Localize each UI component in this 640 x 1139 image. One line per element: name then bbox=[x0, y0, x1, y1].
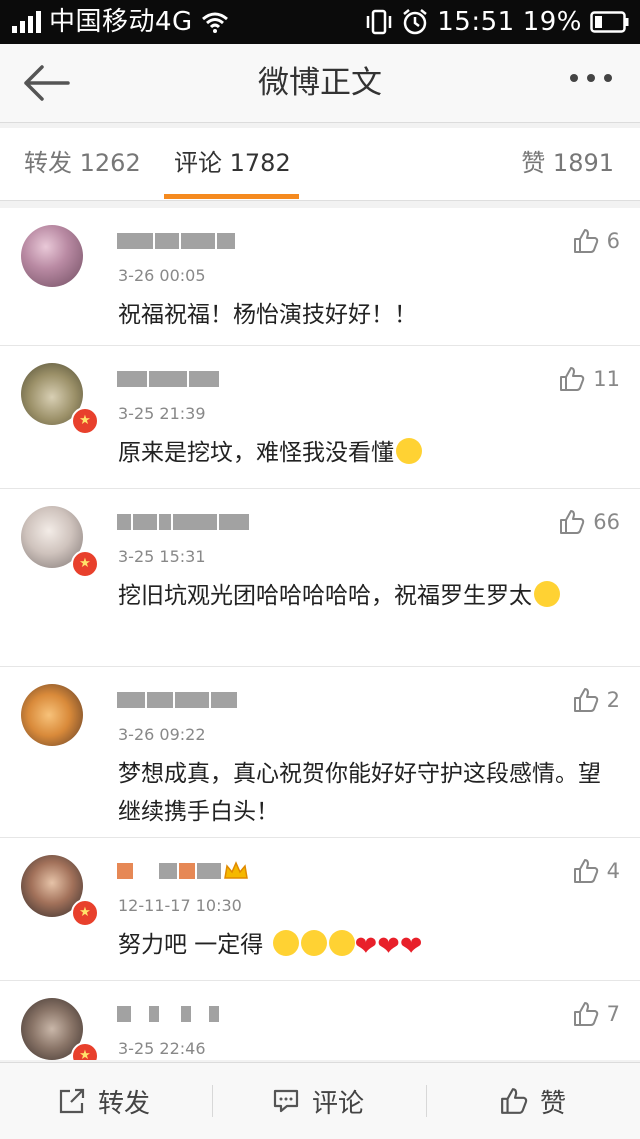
comment-item: ★ 3-25 21:39 原来是挖坟，难怪我没看懂 11 bbox=[0, 346, 640, 489]
username-blurred[interactable] bbox=[117, 511, 249, 533]
thumbs-up-icon bbox=[573, 229, 598, 253]
nav-bar: 微博正文 bbox=[0, 44, 640, 123]
thumbs-up-icon bbox=[501, 1088, 528, 1114]
grin-emoji-icon bbox=[300, 930, 327, 956]
comment-text: 梦想成真，真心祝贺你能好好守护这段感情。望继续携手白头！ bbox=[118, 761, 601, 825]
verified-badge-icon: ★ bbox=[71, 1042, 99, 1060]
tab-repost-label: 转发 bbox=[24, 149, 72, 177]
battery-icon bbox=[590, 11, 629, 33]
comment-item: ★ 3-25 22:46 7 bbox=[0, 981, 640, 1060]
like-count: 7 bbox=[606, 1002, 620, 1026]
like-button[interactable]: 7 bbox=[573, 1001, 620, 1027]
like-button[interactable]: 11 bbox=[559, 366, 620, 392]
avatar[interactable]: ★ bbox=[21, 855, 99, 927]
like-button[interactable]: 6 bbox=[573, 228, 620, 254]
thumbs-up-icon bbox=[573, 859, 598, 883]
divider bbox=[426, 1085, 427, 1117]
comment-list: 3-26 00:05 祝福祝福！杨怡演技好好！！ 6 ★ 3-25 21:39 … bbox=[0, 208, 640, 1060]
vibrate-icon bbox=[367, 9, 392, 35]
more-icon[interactable] bbox=[570, 74, 612, 82]
verified-badge-icon: ★ bbox=[71, 550, 99, 578]
comment-time: 3-26 09:22 bbox=[118, 725, 206, 744]
tab-repost[interactable]: 转发 1262 bbox=[24, 128, 141, 200]
like-action-button[interactable]: 赞 bbox=[500, 1063, 566, 1139]
username-blurred[interactable] bbox=[117, 860, 249, 882]
thumbs-up-icon bbox=[573, 688, 598, 712]
repost-button[interactable]: 转发 bbox=[58, 1063, 150, 1139]
username-blurred[interactable] bbox=[117, 1003, 219, 1025]
thumbs-up-icon bbox=[560, 367, 585, 391]
tab-like-label: 赞 bbox=[521, 149, 546, 177]
comment-time: 3-26 00:05 bbox=[118, 266, 206, 285]
tab-like-count: 1891 bbox=[552, 149, 614, 177]
divider bbox=[212, 1085, 213, 1117]
clock-label: 15:51 bbox=[437, 7, 515, 37]
signal-icon bbox=[12, 11, 41, 33]
comment-icon bbox=[273, 1089, 299, 1113]
username-blurred[interactable] bbox=[117, 230, 235, 252]
heart-icon: ❤ bbox=[399, 931, 423, 962]
avatar[interactable]: ★ bbox=[21, 363, 99, 435]
like-button[interactable]: 2 bbox=[573, 687, 620, 713]
comment-time: 3-25 15:31 bbox=[118, 547, 206, 566]
comment-label: 评论 bbox=[312, 1088, 365, 1119]
tab-comment-count: 1782 bbox=[229, 149, 291, 177]
grin-emoji-icon bbox=[272, 930, 299, 956]
like-count: 2 bbox=[606, 688, 620, 712]
like-button[interactable]: 4 bbox=[573, 858, 620, 884]
thumbs-up-icon bbox=[573, 1002, 598, 1026]
tab-like[interactable]: 赞 1891 bbox=[521, 128, 614, 200]
comment-time: 12-11-17 10:30 bbox=[118, 896, 242, 915]
comment-text: 祝福祝福！杨怡演技好好！！ bbox=[118, 302, 417, 328]
laughing-emoji-icon bbox=[396, 438, 422, 464]
tab-comment[interactable]: 评论 1782 bbox=[174, 128, 291, 200]
crown-icon bbox=[224, 861, 248, 879]
comment-item: ★ 12-11-17 10:30 努力吧 一定得 ❤❤❤ 4 bbox=[0, 838, 640, 981]
comment-text: 努力吧 一定得 ❤❤❤ bbox=[118, 930, 423, 962]
verified-badge-icon: ★ bbox=[71, 899, 99, 927]
comment-item: 3-26 00:05 祝福祝福！杨怡演技好好！！ 6 bbox=[0, 208, 640, 346]
comment-time: 3-25 21:39 bbox=[118, 404, 206, 423]
carrier-label: 中国移动4G bbox=[49, 7, 193, 37]
kiss-emoji-icon bbox=[534, 581, 560, 607]
comment-time: 3-25 22:46 bbox=[118, 1039, 206, 1058]
username-blurred[interactable] bbox=[117, 689, 237, 711]
heart-icon: ❤ bbox=[377, 931, 400, 962]
repost-label: 转发 bbox=[98, 1088, 151, 1119]
avatar[interactable] bbox=[21, 684, 83, 746]
tab-bar: 转发 1262 评论 1782 赞 1891 bbox=[0, 128, 640, 201]
like-count: 4 bbox=[606, 859, 620, 883]
like-count: 11 bbox=[593, 367, 620, 391]
avatar[interactable] bbox=[21, 225, 83, 287]
active-tab-indicator bbox=[164, 194, 299, 199]
bottom-action-bar: 转发 评论 赞 bbox=[0, 1062, 640, 1139]
like-button[interactable]: 66 bbox=[559, 509, 620, 535]
battery-percent: 19% bbox=[522, 7, 582, 37]
avatar[interactable]: ★ bbox=[21, 506, 99, 578]
comment-button[interactable]: 评论 bbox=[272, 1063, 364, 1139]
like-count: 66 bbox=[593, 510, 620, 534]
like-count: 6 bbox=[606, 229, 620, 253]
wifi-icon bbox=[201, 12, 228, 33]
comment-text: 挖旧坑观光团哈哈哈哈哈，祝福罗生罗太 bbox=[118, 577, 618, 615]
comment-item: 3-26 09:22 梦想成真，真心祝贺你能好好守护这段感情。望继续携手白头！ … bbox=[0, 667, 640, 838]
verified-badge-icon: ★ bbox=[71, 407, 99, 435]
comment-item: ★ 3-25 15:31 挖旧坑观光团哈哈哈哈哈，祝福罗生罗太 66 bbox=[0, 489, 640, 667]
grin-emoji-icon bbox=[328, 930, 355, 956]
tab-repost-count: 1262 bbox=[79, 149, 141, 177]
thumbs-up-icon bbox=[560, 510, 585, 534]
page-title: 微博正文 bbox=[258, 65, 382, 101]
username-blurred[interactable] bbox=[117, 368, 219, 390]
comment-text: 原来是挖坟，难怪我没看懂 bbox=[118, 434, 618, 472]
alarm-icon bbox=[403, 9, 428, 35]
tab-comment-label: 评论 bbox=[174, 149, 222, 177]
heart-icon: ❤ bbox=[354, 931, 378, 962]
avatar[interactable]: ★ bbox=[21, 998, 99, 1060]
share-icon bbox=[59, 1088, 85, 1114]
like-label: 赞 bbox=[540, 1088, 567, 1119]
status-bar: 中国移动4G 15:51 19% bbox=[0, 0, 640, 44]
